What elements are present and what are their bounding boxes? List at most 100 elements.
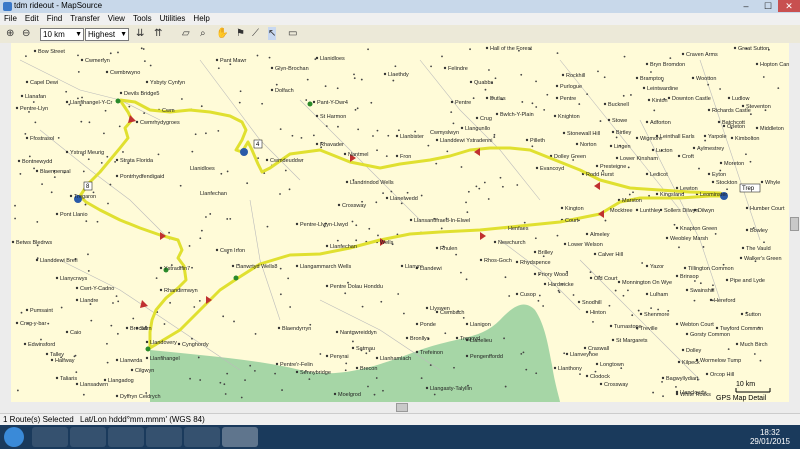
- waypoint-dot-icon[interactable]: [145, 346, 151, 352]
- taskbar-mapsource-icon[interactable]: [222, 427, 258, 447]
- settlement-dot: [703, 134, 707, 138]
- waypoint-tool-icon[interactable]: ⚑: [236, 27, 245, 40]
- settlement-dot: [19, 173, 22, 175]
- maximize-button[interactable]: ☐: [757, 0, 779, 12]
- route-tool-icon[interactable]: ⟋: [252, 27, 259, 40]
- settlement-dot: [603, 76, 606, 79]
- settlement-dot: [370, 101, 373, 104]
- minimize-button[interactable]: –: [735, 0, 757, 12]
- taskbar-firefox-icon[interactable]: [184, 427, 220, 447]
- settlement-dot: [589, 276, 593, 280]
- menu-tools[interactable]: Tools: [129, 13, 156, 25]
- horizontal-scroll-thumb[interactable]: [396, 403, 408, 412]
- selection-tool-icon[interactable]: ↖: [268, 27, 277, 40]
- settlement-dot: [157, 153, 160, 156]
- waypoint-dot-icon[interactable]: [307, 101, 313, 107]
- place-label: Nantgwreiddyn: [340, 330, 377, 336]
- send-device-icon[interactable]: ⇈: [154, 27, 162, 40]
- menu-view[interactable]: View: [104, 13, 129, 25]
- settlement-dot: [219, 381, 222, 384]
- place-label: Great Sutton: [738, 46, 769, 52]
- place-label: Kilpeck: [682, 360, 700, 366]
- settlement-dot: [17, 159, 21, 163]
- settlement-dot: [433, 393, 436, 396]
- place-label: Bucknell: [608, 102, 629, 108]
- map-tool-icon[interactable]: ▱: [182, 27, 190, 40]
- settlement-dot: [652, 391, 655, 394]
- settlement-dot: [337, 203, 341, 207]
- settlement-dot: [25, 136, 29, 140]
- settlement-dot: [520, 352, 523, 355]
- settlement-dot: [693, 299, 696, 302]
- settlement-dot: [198, 299, 201, 302]
- horizontal-scrollbar[interactable]: [0, 402, 800, 413]
- menu-help[interactable]: Help: [189, 13, 213, 25]
- settlement-dot: [614, 289, 617, 292]
- measure-tool-icon[interactable]: ▭: [288, 27, 297, 40]
- waypoint-dot-icon[interactable]: [115, 98, 121, 104]
- settlement-dot: [558, 291, 561, 294]
- pan-tool-icon[interactable]: ✋: [216, 27, 228, 40]
- map-canvas[interactable]: Bow Street CwmerfynCwmbrwyno Capel Dewi Ysb…: [11, 43, 789, 402]
- settlement-dot: [352, 340, 354, 343]
- settlement-dot: [730, 136, 734, 140]
- receive-device-icon[interactable]: ⇊: [136, 27, 144, 40]
- zoom-in-icon[interactable]: ⊕: [6, 27, 14, 40]
- vertical-scroll-thumb[interactable]: [790, 217, 799, 231]
- settlement-dot: [503, 337, 505, 340]
- place-label: Strata Florida: [120, 158, 154, 164]
- menu-file[interactable]: File: [0, 13, 21, 25]
- place-label: Stowe: [612, 118, 627, 124]
- settlement-dot: [531, 145, 534, 148]
- settlement-dot: [128, 105, 131, 108]
- place-label: Llandrindod Wells: [350, 180, 394, 186]
- taskbar-ie-icon[interactable]: [32, 427, 68, 447]
- zoom-tool-icon[interactable]: ⌕: [200, 27, 206, 40]
- taskbar-media-icon[interactable]: [146, 427, 182, 447]
- settlement-dot: [699, 282, 702, 285]
- settlement-dot: [383, 72, 387, 76]
- start-button-icon[interactable]: [4, 427, 24, 447]
- place-label: Llanthony: [558, 366, 582, 372]
- settlement-dot: [632, 191, 634, 194]
- place-label: Leinthall Earls: [660, 134, 695, 140]
- place-label: Llandewi: [420, 266, 442, 272]
- settlement-dot: [315, 142, 319, 146]
- zoom-select[interactable]: 10 km ▼: [40, 28, 84, 41]
- settlement-dot: [402, 312, 405, 315]
- settlement-dot: [45, 352, 49, 356]
- menu-find[interactable]: Find: [43, 13, 67, 25]
- waypoint-flag-icon[interactable]: [240, 148, 248, 156]
- settlement-dot: [639, 312, 643, 316]
- settlement-dot: [25, 308, 29, 312]
- settlement-dot: [226, 170, 229, 173]
- place-label: Cwmerfyn: [85, 58, 110, 64]
- detail-select[interactable]: Highest ▼: [85, 28, 129, 41]
- settlement-dot: [55, 276, 59, 280]
- vertical-scrollbar[interactable]: [789, 43, 800, 402]
- menu-edit[interactable]: Edit: [21, 13, 43, 25]
- menu-utilities[interactable]: Utilities: [156, 13, 190, 25]
- place-label: Pentre Dolau Honddu: [330, 284, 383, 290]
- settlement-dot: [33, 167, 35, 170]
- taskbar-chrome-icon[interactable]: [70, 427, 106, 447]
- settlement-dot: [312, 134, 315, 137]
- place-label: Pentre-Llwyn-Llwyd: [300, 222, 348, 228]
- settlement-dot: [115, 358, 119, 362]
- system-clock[interactable]: 18:32 29/01/2015: [750, 428, 790, 446]
- close-button[interactable]: ✕: [778, 0, 800, 12]
- settlement-dot: [110, 324, 113, 327]
- menu-transfer[interactable]: Transfer: [66, 13, 104, 25]
- waypoint-label[interactable]: Trep: [742, 186, 755, 192]
- taskbar-explorer-icon[interactable]: [108, 427, 144, 447]
- settlement-dot: [483, 181, 486, 184]
- zoom-out-icon[interactable]: ⊖: [22, 27, 30, 40]
- place-label: Llanbister: [400, 134, 424, 140]
- settlement-dot: [485, 96, 489, 100]
- settlement-dot: [373, 393, 376, 396]
- settlement-dot: [168, 231, 170, 234]
- settlement-dot: [107, 202, 109, 205]
- settlement-dot: [231, 264, 235, 268]
- settlement-dot: [25, 80, 29, 84]
- waypoint-dot-icon[interactable]: [233, 275, 239, 281]
